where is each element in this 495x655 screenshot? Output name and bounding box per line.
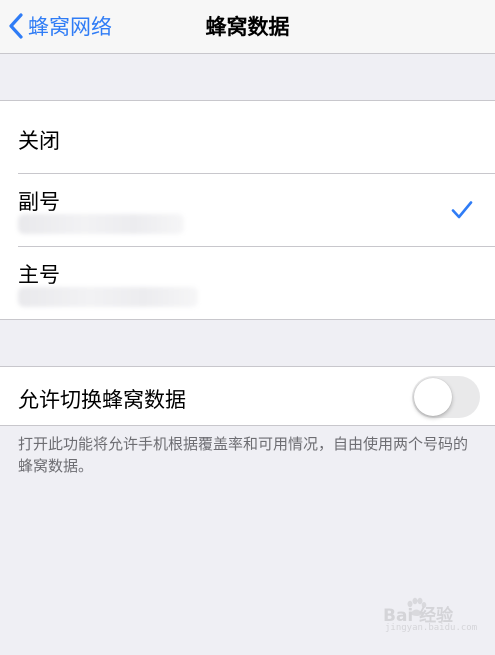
option-row-primary[interactable]: 主号 — [0, 247, 495, 319]
option-row-secondary[interactable]: 副号 — [0, 174, 495, 247]
data-switching-footnote: 打开此功能将允许手机根据覆盖率和可用情况，自由使用两个号码的蜂窝数据。 — [18, 435, 469, 475]
data-switching-toggle[interactable] — [412, 376, 480, 418]
navigation-bar: 蜂窝网络 蜂窝数据 — [0, 0, 495, 54]
baidu-watermark: Bai 经验 jingyan.baidu.com — [383, 597, 479, 637]
watermark-url: jingyan.baidu.com — [385, 623, 478, 633]
sim-options-group: 关闭 副号 主号 — [0, 100, 495, 320]
data-switching-label: 允许切换蜂窝数据 — [18, 388, 186, 412]
redacted-number — [18, 287, 198, 307]
data-switching-group: 允许切换蜂窝数据 — [0, 366, 495, 426]
page-title: 蜂窝数据 — [205, 15, 290, 39]
checkmark-icon — [451, 201, 473, 219]
option-label-primary: 主号 — [18, 263, 60, 287]
toggle-knob — [414, 378, 452, 416]
redacted-number — [18, 214, 184, 234]
option-label-secondary: 副号 — [18, 190, 60, 214]
cellular-data-screen: 蜂窝网络 蜂窝数据 关闭 副号 主号 允许切换蜂窝数据 打开此功能将允许手机根据… — [0, 0, 495, 655]
option-row-off[interactable]: 关闭 — [0, 101, 495, 174]
option-label-off: 关闭 — [18, 129, 60, 153]
